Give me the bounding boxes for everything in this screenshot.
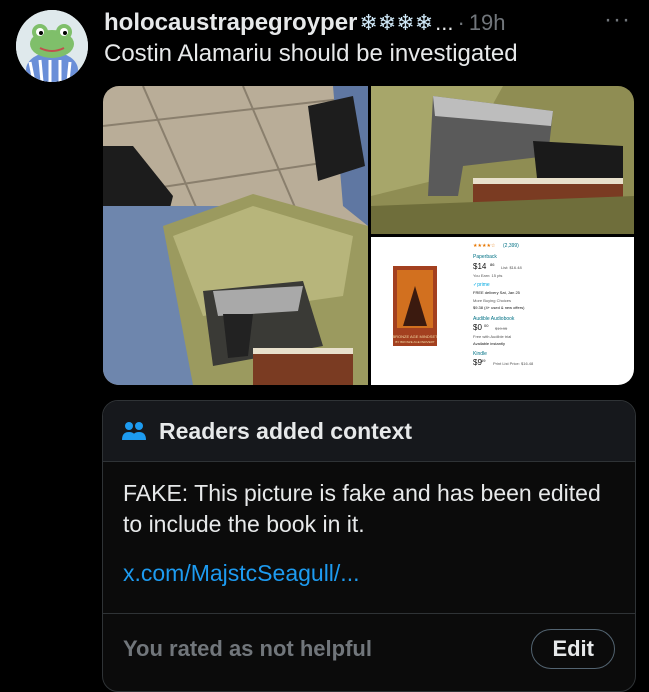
community-note: Readers added context FAKE: This picture… (102, 400, 636, 692)
buying-price: $9.38 (4+ used & new offers) (473, 305, 525, 310)
svg-text:★★★★☆: ★★★★☆ (473, 243, 496, 249)
price-audio: $0 (473, 323, 482, 332)
photo-bag-left (103, 86, 368, 385)
note-header: Readers added context (103, 401, 635, 462)
delivery-text: FREE delivery Sat, Jan 25 (473, 290, 521, 295)
prime-badge: ✓prime (473, 282, 490, 288)
edit-button[interactable]: Edit (531, 628, 615, 669)
format-audiobook: Audible Audiobook (473, 316, 515, 322)
you-earn: You Earn: 15 pts (473, 273, 502, 278)
rating-count: (2,399) (503, 243, 519, 249)
rating-status: You rated as not helpful (123, 635, 372, 661)
avatar[interactable] (16, 10, 88, 82)
snowflake-icons: ❄❄❄❄ (359, 10, 434, 35)
book-cover-title: BRONZE AGE MINDSET (392, 334, 438, 339)
price-paperback-cents: 86 (490, 262, 495, 267)
media-images: BRONZE AGE MINDSET BY BRONZE AGE PERVERT… (103, 86, 634, 385)
tweet-text: Costin Alamariu should be investigated (104, 40, 518, 67)
timestamp[interactable]: 19h (469, 10, 506, 36)
note-source-link[interactable]: x.com/MajstcSeagull/... (103, 540, 635, 587)
audio-strike-price: $19.95 (495, 326, 508, 331)
media-grid[interactable]: BRONZE AGE MINDSET BY BRONZE AGE PERVERT… (103, 86, 634, 385)
list-price: List: $16.48 (501, 265, 522, 270)
buying-choices: More Buying Choices (473, 298, 511, 303)
book-cover-author: BY BRONZE AGE PERVERT (395, 340, 434, 344)
price-audio-cents: 00 (484, 323, 489, 328)
format-kindle: Kindle (473, 351, 487, 357)
amazon-listing: BRONZE AGE MINDSET BY BRONZE AGE PERVERT… (371, 237, 634, 385)
available-instantly: Available instantly (473, 341, 505, 346)
people-icon (122, 422, 146, 440)
separator-dot: · (457, 10, 465, 35)
note-title: Readers added context (159, 417, 413, 444)
audio-trial: Free with Audible trial (473, 334, 511, 339)
name-ellipsis: ... (435, 10, 454, 35)
tweet-header: holocaustrapegroyper ❄❄❄❄ ... · 19h ··· (104, 6, 631, 38)
format-paperback: Paperback (473, 254, 497, 260)
note-body: FAKE: This picture is fake and has been … (123, 480, 601, 537)
frog-avatar-icon (16, 10, 88, 82)
username[interactable]: holocaustrapegroyper (104, 9, 357, 37)
kindle-list-price: Print List Price: $16.48 (493, 361, 534, 366)
price-kindle-cents: 69 (481, 358, 486, 363)
more-horizontal-icon[interactable]: ··· (604, 6, 631, 34)
note-footer: You rated as not helpful Edit (103, 613, 635, 691)
price-paperback: $14 (473, 262, 487, 271)
photo-bag-closeup (371, 86, 634, 234)
